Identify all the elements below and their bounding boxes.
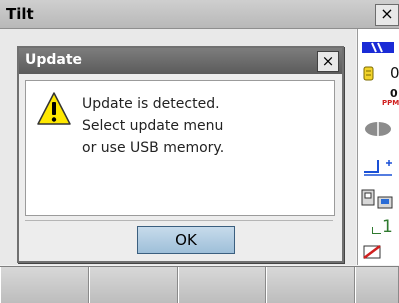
ppm-label: PPM xyxy=(382,99,399,107)
counter-prefix-icon xyxy=(372,227,381,234)
app-window: Tilt × 0 0 PPM 1 Update × Update is dete… xyxy=(0,0,399,303)
battery-indicator xyxy=(358,39,399,58)
target-icon xyxy=(365,122,391,136)
warning-icon xyxy=(37,92,71,125)
tilt-compensation-icon xyxy=(364,160,392,176)
softkey-5[interactable] xyxy=(355,267,399,303)
dialog-title: Update xyxy=(25,52,83,68)
ok-button[interactable]: OK xyxy=(137,226,235,254)
status-sidebar: 0 0 PPM 1 xyxy=(357,29,399,265)
softkey-2[interactable] xyxy=(88,267,178,303)
window-title: Tilt xyxy=(6,5,34,23)
dialog-message-line-1: Update is detected. xyxy=(82,96,220,112)
dialog-close-button[interactable]: × xyxy=(317,51,339,72)
communication-indicator xyxy=(358,187,399,215)
no-memory-icon xyxy=(363,245,381,259)
communication-icon xyxy=(361,189,393,209)
window-titlebar: Tilt × xyxy=(0,0,399,29)
prism-icon xyxy=(363,66,374,81)
counter-value: 1 xyxy=(382,217,393,237)
dialog-message: Update is detected. Select update menu o… xyxy=(82,93,327,159)
memory-indicator xyxy=(358,243,399,265)
softkey-1[interactable] xyxy=(0,267,89,303)
target-indicator xyxy=(358,119,399,143)
softkey-3[interactable] xyxy=(177,267,267,303)
battery-icon xyxy=(362,42,394,53)
softkey-4[interactable] xyxy=(266,267,355,303)
update-dialog: Update × Update is detected. Select upda… xyxy=(17,46,344,263)
dialog-message-line-3: or use USB memory. xyxy=(82,140,225,156)
softkey-bar xyxy=(0,266,399,303)
dialog-divider xyxy=(25,220,333,221)
dialog-titlebar: Update × xyxy=(19,48,342,74)
prism-constant-value: 0 xyxy=(390,64,399,82)
dialog-body: Update is detected. Select update menu o… xyxy=(25,80,335,216)
tilt-indicator xyxy=(358,156,399,182)
window-close-button[interactable]: × xyxy=(375,4,399,26)
dialog-message-line-2: Select update menu xyxy=(82,118,224,134)
